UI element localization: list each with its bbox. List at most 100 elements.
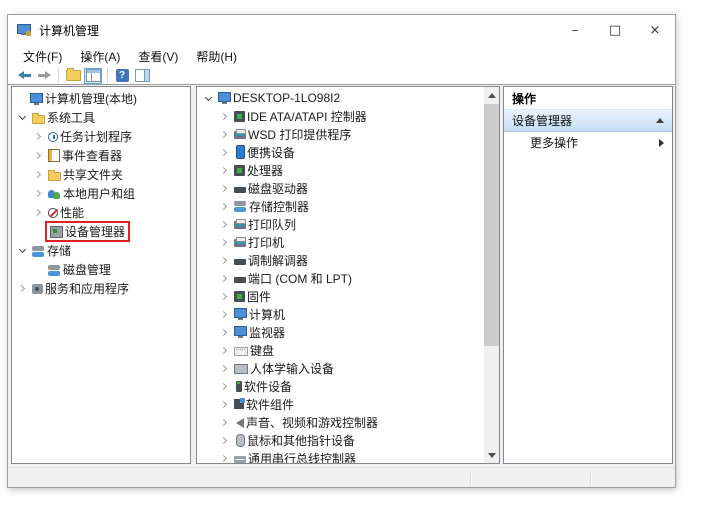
chevron-right-icon[interactable] xyxy=(217,433,231,447)
tree-item-label: 打印机 xyxy=(248,234,284,251)
menu-item[interactable]: 文件(F) xyxy=(14,46,71,67)
scrollbar-thumb[interactable] xyxy=(484,104,499,346)
menu-item[interactable]: 查看(V) xyxy=(129,46,187,67)
device-manager-pane[interactable]: DESKTOP-1LO98I2IDE ATA/ATAPI 控制器WSD 打印提供… xyxy=(196,86,500,464)
chevron-right-icon[interactable] xyxy=(217,271,231,285)
chevron-down-icon[interactable] xyxy=(15,244,29,258)
chevron-right-icon[interactable] xyxy=(217,289,231,303)
menu-item[interactable]: 操作(A) xyxy=(71,46,129,67)
chevron-right-icon[interactable] xyxy=(15,282,29,296)
chevron-down-icon[interactable] xyxy=(201,91,215,105)
desktop: { "window": { "title": "计算机管理", "control… xyxy=(0,0,704,522)
chevron-right-icon[interactable] xyxy=(31,168,45,182)
chevron-right-icon[interactable] xyxy=(31,130,45,144)
tree-item-computer-management[interactable]: 计算机管理(本地) xyxy=(12,89,190,108)
action-pane-section-device-manager[interactable]: 设备管理器 xyxy=(504,109,672,132)
show-hide-console-tree-icon[interactable] xyxy=(84,68,102,84)
tree-item-content: 处理器 xyxy=(231,162,286,179)
chevron-right-icon[interactable] xyxy=(31,206,45,220)
tree-item-content: 本地用户和组 xyxy=(45,185,138,202)
chevron-right-icon[interactable] xyxy=(217,109,231,123)
chevron-right-icon[interactable] xyxy=(217,145,231,159)
tree-item-mice-pointing-devices[interactable]: 鼠标和其他指针设备 xyxy=(197,431,499,449)
chevron-right-icon[interactable] xyxy=(217,181,231,195)
tree-item-local-users-groups[interactable]: 本地用户和组 xyxy=(12,184,190,203)
tree-item-portable-devices[interactable]: 便携设备 xyxy=(197,143,499,161)
more-actions-item[interactable]: 更多操作 xyxy=(504,132,672,153)
chevron-right-icon[interactable] xyxy=(217,235,231,249)
chevron-right-icon[interactable] xyxy=(217,127,231,141)
tree-item-task-scheduler[interactable]: 任务计划程序 xyxy=(12,127,190,146)
tree-item-disk-drives[interactable]: 磁盘驱动器 xyxy=(197,179,499,197)
help-icon[interactable]: ? xyxy=(113,68,131,84)
maximize-button[interactable]: □ xyxy=(595,15,635,45)
console-tree-pane[interactable]: 计算机管理(本地)系统工具任务计划程序事件查看器共享文件夹本地用户和组性能设备管… xyxy=(11,86,191,464)
tree-item-processors[interactable]: 处理器 xyxy=(197,161,499,179)
tree-item-keyboards[interactable]: 键盘 xyxy=(197,341,499,359)
tree-item-modems[interactable]: 调制解调器 xyxy=(197,251,499,269)
scroll-up-button[interactable] xyxy=(484,87,499,103)
chevron-right-icon[interactable] xyxy=(31,187,45,201)
show-hide-action-pane-icon[interactable] xyxy=(133,68,151,84)
chevron-right-icon[interactable] xyxy=(217,325,231,339)
tree-item-printers[interactable]: 打印机 xyxy=(197,233,499,251)
forward-icon[interactable] xyxy=(35,68,53,84)
tree-item-human-interface-devices[interactable]: 人体学输入设备 xyxy=(197,359,499,377)
chevron-right-icon[interactable] xyxy=(217,217,231,231)
tree-item-performance[interactable]: 性能 xyxy=(12,203,190,222)
menu-item[interactable]: 帮助(H) xyxy=(187,46,246,67)
scroll-down-button[interactable] xyxy=(484,447,499,463)
close-button[interactable]: × xyxy=(635,15,675,45)
ports-icon xyxy=(234,277,246,283)
tree-item-device-manager[interactable]: 设备管理器 xyxy=(12,222,190,241)
chevron-right-icon[interactable] xyxy=(217,379,231,393)
highlight-box: 设备管理器 xyxy=(45,221,130,242)
tree-item-label: 软件组件 xyxy=(246,396,294,413)
chevron-right-icon[interactable] xyxy=(217,253,231,267)
chevron-right-icon[interactable] xyxy=(217,415,231,429)
tree-item-storage-controllers[interactable]: 存储控制器 xyxy=(197,197,499,215)
tree-item-firmware[interactable]: 固件 xyxy=(197,287,499,305)
minimize-button[interactable]: – xyxy=(555,15,595,45)
chevron-right-icon[interactable] xyxy=(217,199,231,213)
title-bar[interactable]: 计算机管理 – □ × xyxy=(8,15,675,45)
tree-item-usb-controllers[interactable]: 通用串行总线控制器 xyxy=(197,449,499,464)
tree-item-computer[interactable]: DESKTOP-1LO98I2 xyxy=(197,89,499,107)
back-icon[interactable] xyxy=(15,68,33,84)
human-interface-devices-icon xyxy=(234,364,248,374)
tree-item-label: 计算机管理(本地) xyxy=(45,90,137,107)
chevron-right-icon[interactable] xyxy=(217,361,231,375)
tree-item-ide-ata-atapi-controllers[interactable]: IDE ATA/ATAPI 控制器 xyxy=(197,107,499,125)
chevron-right-icon[interactable] xyxy=(217,397,231,411)
tree-item-content: WSD 打印提供程序 xyxy=(231,126,354,143)
chevron-down-icon[interactable] xyxy=(15,111,29,125)
chevron-right-icon[interactable] xyxy=(217,343,231,357)
tree-item-software-devices[interactable]: 软件设备 xyxy=(197,377,499,395)
chevron-right-icon[interactable] xyxy=(217,451,231,464)
tree-item-event-viewer[interactable]: 事件查看器 xyxy=(12,146,190,165)
tree-item-computer-category[interactable]: 计算机 xyxy=(197,305,499,323)
tree-item-sound-video-game-controllers[interactable]: 声音、视频和游戏控制器 xyxy=(197,413,499,431)
chevron-right-icon[interactable] xyxy=(31,149,45,163)
tree-item-monitors[interactable]: 监视器 xyxy=(197,323,499,341)
computer-management-window: 计算机管理 – □ × 文件(F)操作(A)查看(V)帮助(H) ? 计算机管理… xyxy=(7,14,676,488)
chevron-right-icon[interactable] xyxy=(217,163,231,177)
tree-item-print-queues[interactable]: 打印队列 xyxy=(197,215,499,233)
portable-devices-icon xyxy=(236,145,245,159)
chevron-right-icon[interactable] xyxy=(217,307,231,321)
tree-item-disk-management[interactable]: 磁盘管理 xyxy=(12,260,190,279)
console-tree-folder-icon[interactable] xyxy=(64,68,82,84)
tree-item-software-components[interactable]: 软件组件 xyxy=(197,395,499,413)
tree-item-shared-folders[interactable]: 共享文件夹 xyxy=(12,165,190,184)
tree-item-label: IDE ATA/ATAPI 控制器 xyxy=(247,108,367,125)
tree-item-wsd-print-provider[interactable]: WSD 打印提供程序 xyxy=(197,125,499,143)
tree-item-storage[interactable]: 存储 xyxy=(12,241,190,260)
tree-item-content: 键盘 xyxy=(231,342,277,359)
tree-item-content: 磁盘驱动器 xyxy=(231,180,311,197)
tree-item-ports[interactable]: 端口 (COM 和 LPT) xyxy=(197,269,499,287)
tree-item-services-applications[interactable]: 服务和应用程序 xyxy=(12,279,190,298)
vertical-scrollbar[interactable] xyxy=(484,87,499,463)
tree-item-system-tools[interactable]: 系统工具 xyxy=(12,108,190,127)
firmware-icon xyxy=(234,291,245,302)
collapse-section-icon[interactable] xyxy=(656,118,664,123)
